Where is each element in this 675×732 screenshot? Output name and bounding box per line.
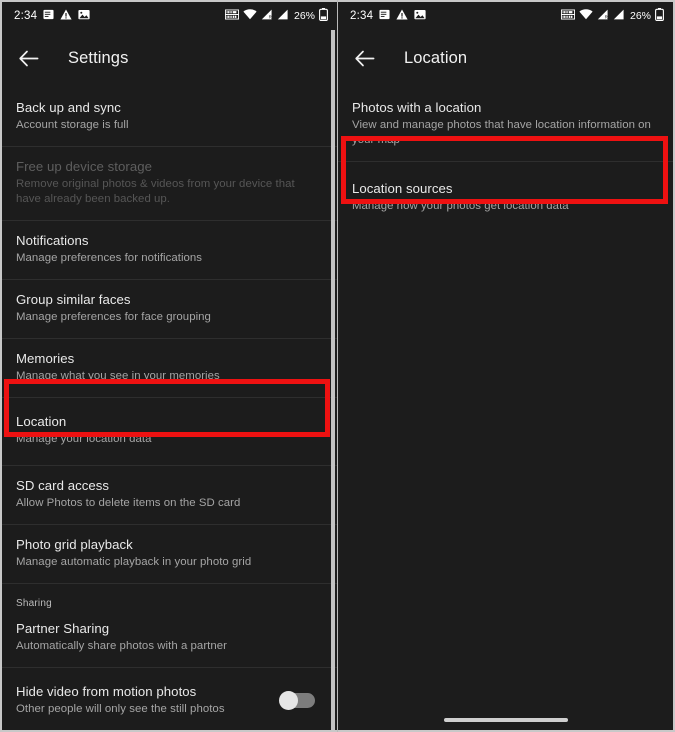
list-item-title: Group similar faces bbox=[16, 292, 131, 307]
scrollbar-track[interactable] bbox=[331, 30, 335, 730]
list-item-location-sources[interactable]: Location sources Manage how your photos … bbox=[338, 161, 673, 234]
list-item-subtitle: Manage what you see in your memories bbox=[16, 370, 220, 382]
notes-icon bbox=[43, 9, 54, 23]
page-title: Location bbox=[404, 48, 468, 67]
left-phone-screen: 2:34 R 26% Settings Back up and sync Acc… bbox=[0, 0, 337, 732]
list-item-title: Photo grid playback bbox=[16, 537, 133, 552]
battery-icon bbox=[655, 8, 664, 24]
list-item-memories[interactable]: Memories Manage what you see in your mem… bbox=[2, 338, 337, 397]
battery-percent-label: 26% bbox=[293, 10, 315, 22]
back-arrow-icon[interactable] bbox=[16, 45, 42, 71]
list-item-subtitle: Manage your location data bbox=[16, 433, 152, 445]
back-arrow-icon[interactable] bbox=[352, 45, 378, 71]
list-item-subtitle: Manage automatic playback in your photo … bbox=[16, 556, 252, 568]
battery-icon bbox=[319, 8, 328, 24]
photo-icon bbox=[78, 9, 90, 23]
list-item-title: Hide video from motion photos bbox=[16, 684, 197, 699]
list-item-hide-video-from-motion-photos[interactable]: Hide video from motion photos Other peop… bbox=[2, 667, 337, 730]
list-item-partner-sharing[interactable]: Partner Sharing Automatically share phot… bbox=[2, 615, 337, 667]
signal-bars-icon: R bbox=[597, 9, 609, 23]
home-indicator[interactable] bbox=[443, 718, 568, 722]
vowifi-icon bbox=[560, 9, 575, 23]
list-item-subtitle: Manage how your photos get location data bbox=[352, 200, 569, 212]
vowifi-icon bbox=[224, 9, 239, 23]
list-item-title: Notifications bbox=[16, 233, 89, 248]
status-bar-right-group: R 26% bbox=[560, 8, 664, 24]
signal-bars-2-icon bbox=[613, 9, 625, 23]
list-item-free-up-device-storage: Free up device storage Remove original p… bbox=[2, 146, 337, 220]
list-item-subtitle: Other people will only see the still pho… bbox=[16, 703, 225, 715]
list-item-subtitle: Manage preferences for notifications bbox=[16, 252, 203, 264]
svg-text:R: R bbox=[605, 15, 608, 20]
list-item-title: Partner Sharing bbox=[16, 621, 110, 636]
location-settings-list: Photos with a location View and manage p… bbox=[338, 86, 673, 234]
list-item-sd-card-access[interactable]: SD card access Allow Photos to delete it… bbox=[2, 465, 337, 524]
warning-triangle-icon bbox=[396, 9, 408, 23]
list-item-title: Memories bbox=[16, 351, 75, 366]
signal-bars-icon: R bbox=[261, 9, 273, 23]
status-bar-right: 2:34 R 26% bbox=[338, 2, 673, 30]
list-item-title: Location bbox=[16, 414, 67, 429]
list-item-subtitle: Account storage is full bbox=[16, 119, 129, 131]
list-item-subtitle: Manage preferences for face grouping bbox=[16, 311, 211, 323]
list-item-photo-grid-playback[interactable]: Photo grid playback Manage automatic pla… bbox=[2, 524, 337, 583]
right-phone-screen: 2:34 R 26% Location Photos with a locati… bbox=[338, 0, 675, 732]
status-bar-left: 2:34 R 26% bbox=[2, 2, 337, 30]
battery-percent-label: 26% bbox=[629, 10, 651, 22]
status-bar-clock: 2:34 bbox=[14, 10, 38, 22]
list-item-location[interactable]: Location Manage your location data bbox=[2, 397, 337, 465]
list-item-subtitle: Automatically share photos with a partne… bbox=[16, 640, 227, 652]
signal-bars-2-icon bbox=[277, 9, 289, 23]
hide-video-toggle[interactable] bbox=[279, 691, 315, 710]
appbar-left: Settings bbox=[2, 30, 337, 86]
warning-triangle-icon bbox=[60, 9, 72, 23]
list-item-subtitle: View and manage photos that have locatio… bbox=[352, 119, 651, 146]
toggle-knob bbox=[279, 691, 298, 710]
list-item-group-similar-faces[interactable]: Group similar faces Manage preferences f… bbox=[2, 279, 337, 338]
list-item-back-up-and-sync[interactable]: Back up and sync Account storage is full bbox=[2, 86, 337, 146]
list-item-subtitle: Allow Photos to delete items on the SD c… bbox=[16, 497, 241, 509]
notes-icon bbox=[379, 9, 390, 23]
status-bar-clock: 2:34 bbox=[350, 10, 374, 22]
svg-text:R: R bbox=[269, 15, 272, 20]
list-item-photos-with-a-location[interactable]: Photos with a location View and manage p… bbox=[338, 86, 673, 161]
list-item-subtitle: Remove original photos & videos from you… bbox=[16, 178, 295, 205]
dual-screenshot-container: 2:34 R 26% Settings Back up and sync Acc… bbox=[0, 0, 675, 732]
list-item-notifications[interactable]: Notifications Manage preferences for not… bbox=[2, 220, 337, 279]
status-bar-left-group: 2:34 bbox=[350, 9, 426, 23]
status-bar-left-group: 2:34 bbox=[14, 9, 90, 23]
list-item-texts: Hide video from motion photos Other peop… bbox=[16, 684, 269, 717]
list-item-title: Free up device storage bbox=[16, 159, 152, 174]
list-item-title: SD card access bbox=[16, 478, 110, 493]
list-item-title: Photos with a location bbox=[352, 100, 482, 115]
appbar-right: Location bbox=[338, 30, 673, 86]
list-item-title: Location sources bbox=[352, 181, 453, 196]
wifi-icon bbox=[579, 9, 593, 23]
photo-icon bbox=[414, 9, 426, 23]
page-title: Settings bbox=[68, 48, 129, 67]
list-item-title: Back up and sync bbox=[16, 100, 121, 115]
wifi-icon bbox=[243, 9, 257, 23]
section-header-sharing: Sharing bbox=[2, 583, 337, 615]
status-bar-right-group: R 26% bbox=[224, 8, 328, 24]
settings-list: Back up and sync Account storage is full… bbox=[2, 86, 337, 730]
